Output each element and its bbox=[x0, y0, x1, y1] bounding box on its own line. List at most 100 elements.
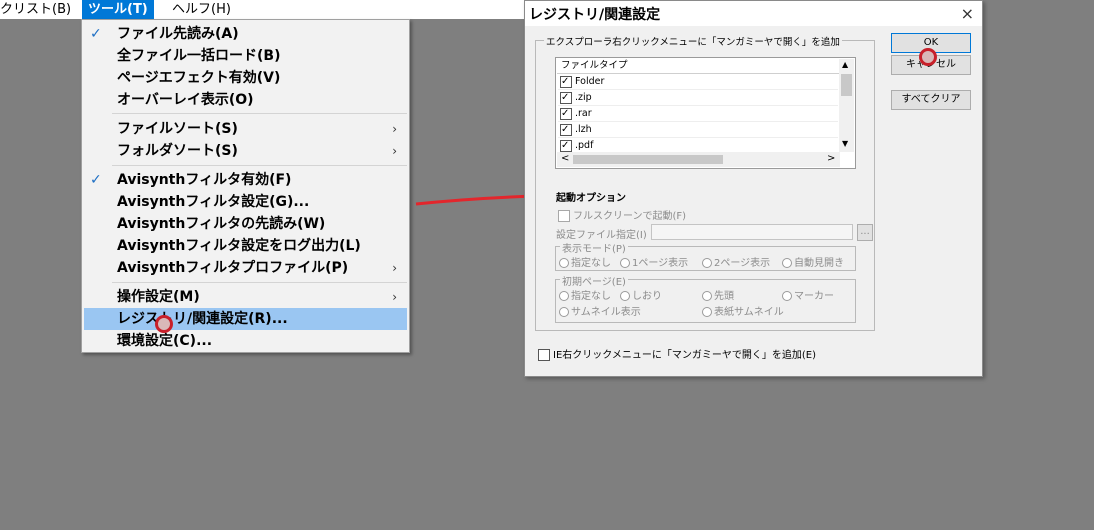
menu-item-avisynth-settings[interactable]: Avisynthフィルタ設定(G)... bbox=[84, 191, 407, 213]
file-type-list[interactable]: ファイルタイプ Folder .zip .rar .lzh .pdf ▲ ▼ <… bbox=[555, 57, 856, 169]
scrollbar-thumb[interactable] bbox=[573, 155, 723, 164]
radio-button[interactable] bbox=[620, 291, 630, 301]
file-type-label: .rar bbox=[575, 108, 592, 119]
tools-menu-dropdown: ✓ ファイル先読み(A) 全ファイル一括ロード(B) ページエフェクト有効(V)… bbox=[81, 19, 410, 353]
radio-initial-bookmark[interactable]: しおり bbox=[620, 287, 662, 302]
file-type-label: .lzh bbox=[575, 124, 592, 135]
menu-item-label: 操作設定(M) bbox=[117, 289, 200, 305]
radio-display-single[interactable]: 1ページ表示 bbox=[620, 254, 688, 269]
list-item[interactable]: Folder bbox=[558, 74, 838, 90]
checkbox[interactable] bbox=[560, 106, 572, 121]
radio-button[interactable] bbox=[559, 291, 569, 301]
click-marker-icon bbox=[919, 48, 937, 66]
menu-playlist[interactable]: クリスト(B) bbox=[0, 0, 77, 19]
menu-item-operation-settings[interactable]: 操作設定(M) › bbox=[84, 286, 407, 308]
menu-item-label: オーバーレイ表示(O) bbox=[117, 92, 254, 108]
radio-label: サムネイル表示 bbox=[571, 307, 641, 318]
menu-item-avisynth-enable[interactable]: ✓ Avisynthフィルタ有効(F) bbox=[84, 169, 407, 191]
radio-initial-first[interactable]: 先頭 bbox=[702, 287, 734, 302]
menu-item-page-effect[interactable]: ページエフェクト有効(V) bbox=[84, 67, 407, 89]
file-type-label: Folder bbox=[575, 76, 605, 87]
check-icon: ✓ bbox=[90, 172, 102, 188]
radio-button[interactable] bbox=[702, 307, 712, 317]
menu-item-folder-sort[interactable]: フォルダソート(S) › bbox=[84, 140, 407, 162]
menu-item-file-sort[interactable]: ファイルソート(S) › bbox=[84, 118, 407, 140]
checkbox[interactable] bbox=[560, 74, 572, 89]
menu-item-avisynth-profile[interactable]: Avisynthフィルタプロファイル(P) › bbox=[84, 257, 407, 279]
list-item[interactable]: .lzh bbox=[558, 122, 838, 138]
menu-item-load-all[interactable]: 全ファイル一括ロード(B) bbox=[84, 45, 407, 67]
menu-help[interactable]: ヘルフ(H) bbox=[166, 0, 237, 19]
check-icon: ✓ bbox=[90, 26, 102, 42]
menu-item-label: レジストリ/関連設定(R)... bbox=[117, 311, 288, 327]
menu-item-file-preload[interactable]: ✓ ファイル先読み(A) bbox=[84, 23, 407, 45]
scroll-left-icon[interactable]: < bbox=[561, 153, 569, 164]
scrollbar-thumb[interactable] bbox=[841, 74, 852, 96]
checkbox[interactable] bbox=[560, 138, 572, 153]
radio-button[interactable] bbox=[782, 258, 792, 268]
menu-separator bbox=[112, 113, 407, 114]
menu-tools[interactable]: ツール(T) bbox=[82, 0, 154, 19]
checkbox[interactable] bbox=[558, 210, 570, 222]
menu-item-label: 全ファイル一括ロード(B) bbox=[117, 48, 281, 64]
close-icon[interactable]: × bbox=[961, 4, 974, 23]
menu-item-label: ファイル先読み(A) bbox=[117, 26, 239, 42]
menu-item-registry-settings[interactable]: レジストリ/関連設定(R)... bbox=[84, 308, 407, 330]
radio-initial-marker[interactable]: マーカー bbox=[782, 287, 834, 302]
menu-item-label: 環境設定(C)... bbox=[117, 333, 213, 349]
scroll-up-icon[interactable]: ▲ bbox=[842, 60, 848, 69]
menu-item-environment-settings[interactable]: 環境設定(C)... bbox=[84, 330, 407, 352]
menu-item-label: Avisynthフィルタ設定(G)... bbox=[117, 194, 310, 210]
menu-item-avisynth-preload[interactable]: Avisynthフィルタの先読み(W) bbox=[84, 213, 407, 235]
checkbox[interactable] bbox=[560, 122, 572, 137]
submenu-arrow-icon: › bbox=[392, 122, 397, 136]
radio-button[interactable] bbox=[559, 307, 569, 317]
radio-initial-none[interactable]: 指定なし bbox=[559, 287, 611, 302]
submenu-arrow-icon: › bbox=[392, 290, 397, 304]
radio-button[interactable] bbox=[702, 258, 712, 268]
menu-item-label: Avisynthフィルタの先読み(W) bbox=[117, 216, 326, 232]
dialog-title: レジストリ/関連設定 bbox=[529, 7, 661, 23]
radio-label: 自動見開き bbox=[794, 258, 844, 269]
vertical-scrollbar[interactable]: ▲ ▼ bbox=[839, 59, 854, 152]
menu-item-label: ページエフェクト有効(V) bbox=[117, 70, 281, 86]
browse-button[interactable]: ... bbox=[857, 224, 873, 241]
radio-display-double[interactable]: 2ページ表示 bbox=[702, 254, 770, 269]
radio-button[interactable] bbox=[559, 258, 569, 268]
clear-all-button[interactable]: すべてクリア bbox=[891, 90, 971, 110]
radio-label: 表紙サムネイル bbox=[714, 307, 784, 318]
initial-page-group-title: 初期ページ(E) bbox=[560, 273, 628, 288]
radio-label: 指定なし bbox=[571, 258, 611, 269]
config-file-label: 設定ファイル指定(I) bbox=[556, 230, 647, 241]
ie-context-checkbox[interactable]: IE右クリックメニューに「マンガミーヤで開く」を追加(E) bbox=[536, 346, 816, 361]
submenu-arrow-icon: › bbox=[392, 144, 397, 158]
menu-item-label: Avisynthフィルタプロファイル(P) bbox=[117, 260, 349, 276]
radio-button[interactable] bbox=[782, 291, 792, 301]
radio-display-none[interactable]: 指定なし bbox=[559, 254, 611, 269]
list-item[interactable]: .rar bbox=[558, 106, 838, 122]
menu-separator bbox=[112, 282, 407, 283]
menu-item-overlay[interactable]: オーバーレイ表示(O) bbox=[84, 89, 407, 111]
scroll-down-icon[interactable]: ▼ bbox=[842, 139, 848, 148]
fullscreen-checkbox[interactable]: フルスクリーンで起動(F) bbox=[556, 207, 686, 222]
config-file-input[interactable] bbox=[651, 224, 853, 240]
menu-item-label: Avisynthフィルタ設定をログ出力(L) bbox=[117, 238, 361, 254]
radio-label: 指定なし bbox=[571, 291, 611, 302]
list-item[interactable]: .zip bbox=[558, 90, 838, 106]
menu-item-avisynth-log[interactable]: Avisynthフィルタ設定をログ出力(L) bbox=[84, 235, 407, 257]
explorer-context-group-title: エクスプローラ右クリックメニューに「マンガミーヤで開く」を追加 bbox=[544, 34, 842, 48]
launch-options-title: 起動オプション bbox=[556, 193, 626, 204]
ie-context-label: IE右クリックメニューに「マンガミーヤで開く」を追加(E) bbox=[553, 350, 816, 361]
checkbox[interactable] bbox=[538, 349, 550, 361]
checkbox[interactable] bbox=[560, 90, 572, 105]
horizontal-scrollbar[interactable]: < > bbox=[557, 152, 840, 167]
radio-display-auto[interactable]: 自動見開き bbox=[782, 254, 844, 269]
file-type-label: .zip bbox=[575, 92, 592, 103]
menu-item-label: Avisynthフィルタ有効(F) bbox=[117, 172, 292, 188]
radio-button[interactable] bbox=[620, 258, 630, 268]
radio-initial-cover-thumbnail[interactable]: 表紙サムネイル bbox=[702, 303, 784, 318]
scroll-right-icon[interactable]: > bbox=[827, 153, 835, 164]
dialog-titlebar: レジストリ/関連設定 × bbox=[525, 1, 982, 26]
radio-button[interactable] bbox=[702, 291, 712, 301]
radio-initial-thumbnail[interactable]: サムネイル表示 bbox=[559, 303, 641, 318]
